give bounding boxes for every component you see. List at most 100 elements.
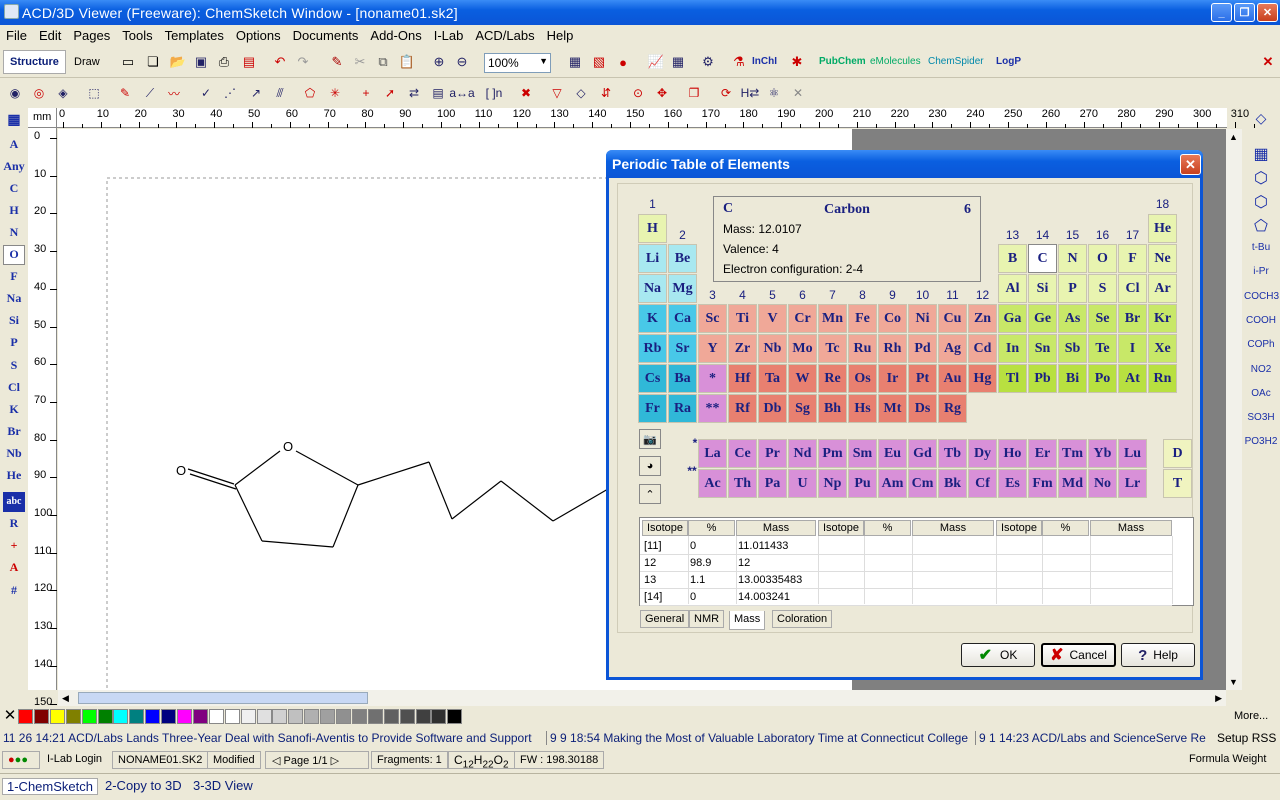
tautomer-icon[interactable]: ⚛: [764, 83, 784, 103]
element-cd[interactable]: Cd: [968, 334, 997, 363]
atom-s-button[interactable]: S: [3, 355, 25, 375]
element-re[interactable]: Re: [818, 364, 847, 393]
graph-icon[interactable]: 📈: [646, 52, 666, 72]
element-ra[interactable]: Ra: [668, 394, 697, 423]
color-swatch[interactable]: [367, 709, 383, 724]
element-am[interactable]: Am: [878, 469, 907, 498]
atom-any-button[interactable]: Any: [3, 156, 25, 176]
ilab-login-button[interactable]: I-Lab Login: [42, 751, 108, 769]
element-rf[interactable]: Rf: [728, 394, 757, 423]
color-swatch[interactable]: [33, 709, 49, 724]
element-p[interactable]: P: [1058, 274, 1087, 303]
clean-structure-icon[interactable]: ⟳: [716, 83, 736, 103]
draw-mode-button[interactable]: Draw: [68, 50, 106, 74]
element-at[interactable]: At: [1118, 364, 1147, 393]
element-in[interactable]: In: [998, 334, 1027, 363]
element-he[interactable]: He: [1148, 214, 1177, 243]
arrow-bond-icon[interactable]: ↗: [246, 83, 266, 103]
element-pb[interactable]: Pb: [1028, 364, 1057, 393]
element-rh[interactable]: Rh: [878, 334, 907, 363]
chain-icon[interactable]: 〰: [164, 83, 184, 103]
copy-icon[interactable]: ⧉: [373, 52, 393, 72]
inchi-button[interactable]: InChI: [752, 56, 777, 67]
element-ir[interactable]: Ir: [878, 364, 907, 393]
news-item[interactable]: 11 26 14:21 ACD/Labs Lands Three-Year De…: [3, 731, 532, 745]
element-tb[interactable]: Tb: [938, 439, 967, 468]
radical-po3h2-button[interactable]: PO3H2: [1244, 436, 1278, 447]
redo-icon[interactable]: ↷: [293, 52, 313, 72]
atom-p-button[interactable]: P: [3, 333, 25, 353]
clean-icon[interactable]: ✎: [327, 52, 347, 72]
color-swatch[interactable]: [288, 709, 304, 724]
tab-mass[interactable]: Mass: [729, 611, 766, 630]
chemspider-button[interactable]: ChemSpider: [928, 56, 984, 67]
atom-c-button[interactable]: C: [3, 178, 25, 198]
element-dy[interactable]: Dy: [968, 439, 997, 468]
element-mo[interactable]: Mo: [788, 334, 817, 363]
element-au[interactable]: Au: [938, 364, 967, 393]
element-ru[interactable]: Ru: [848, 334, 877, 363]
element-mt[interactable]: Mt: [878, 394, 907, 423]
element-xe[interactable]: Xe: [1148, 334, 1177, 363]
element-hs[interactable]: Hs: [848, 394, 877, 423]
hexagon-flat-icon[interactable]: ⬡: [1244, 192, 1278, 212]
color-swatch[interactable]: [177, 709, 192, 724]
color-swatch[interactable]: [447, 709, 463, 724]
color-swatch[interactable]: [399, 709, 415, 724]
property-label[interactable]: Formula Weight: [1184, 751, 1272, 769]
element-te[interactable]: Te: [1088, 334, 1117, 363]
minimize-button[interactable]: _: [1211, 3, 1232, 22]
color-swatch[interactable]: [129, 709, 145, 724]
atom-r-button[interactable]: R: [3, 514, 25, 534]
radical-oac-button[interactable]: OAc: [1244, 388, 1278, 399]
element-sc[interactable]: Sc: [698, 304, 727, 333]
element-na[interactable]: Na: [638, 274, 667, 303]
element-cr[interactable]: Cr: [788, 304, 817, 333]
element-ho[interactable]: Ho: [998, 439, 1027, 468]
color-swatch[interactable]: [192, 709, 208, 724]
zoom-out-icon[interactable]: ⊖: [452, 52, 472, 72]
scroll-left-icon[interactable]: ◀: [62, 693, 69, 704]
structure-naming-icon[interactable]: ⚗: [729, 52, 749, 72]
select-icon[interactable]: ◉: [5, 83, 25, 103]
element-pr[interactable]: Pr: [758, 439, 787, 468]
element-be[interactable]: Be: [668, 244, 697, 273]
element-zn[interactable]: Zn: [968, 304, 997, 333]
setup-rss-button[interactable]: Setup RSS: [1212, 728, 1280, 748]
element-f[interactable]: F: [1118, 244, 1147, 273]
replace-icon[interactable]: a↔a: [449, 83, 474, 103]
lasso-icon[interactable]: ◎: [29, 83, 49, 103]
ring-icon[interactable]: ⬠: [300, 83, 320, 103]
element-lr[interactable]: Lr: [1118, 469, 1147, 498]
structure-mode-button[interactable]: Structure: [3, 50, 66, 74]
element-pa[interactable]: Pa: [758, 469, 787, 498]
new-document-icon[interactable]: ▭: [118, 52, 138, 72]
element-ba[interactable]: Ba: [668, 364, 697, 393]
reaction-arrow-icon[interactable]: ➚: [380, 83, 400, 103]
radical-ipr-button[interactable]: i-Pr: [1244, 266, 1278, 277]
tab-3d-view[interactable]: 3-3D View: [193, 778, 253, 793]
atom-he-button[interactable]: He: [3, 466, 25, 486]
radical-cooh-button[interactable]: COOH: [1244, 315, 1278, 326]
element-as[interactable]: As: [1058, 304, 1087, 333]
element-fr[interactable]: Fr: [638, 394, 667, 423]
atom-o-button[interactable]: O: [3, 244, 25, 265]
table-icon[interactable]: ▦: [1244, 144, 1278, 164]
ok-button[interactable]: ✔ OK: [961, 643, 1035, 667]
element-pd[interactable]: Pd: [908, 334, 937, 363]
element-la[interactable]: La: [698, 439, 727, 468]
pubchem-button[interactable]: PubChem: [819, 56, 866, 67]
element-hg[interactable]: Hg: [968, 364, 997, 393]
element-bi[interactable]: Bi: [1058, 364, 1087, 393]
color-swatch[interactable]: [320, 709, 336, 724]
cancel-button[interactable]: ✘ Cancel: [1041, 643, 1116, 667]
atom-h-button[interactable]: H: [3, 200, 25, 220]
element-nb[interactable]: Nb: [758, 334, 787, 363]
color-swatch[interactable]: [351, 709, 367, 724]
element-cm[interactable]: Cm: [908, 469, 937, 498]
element-pm[interactable]: Pm: [818, 439, 847, 468]
atom-cl-button[interactable]: Cl: [3, 377, 25, 397]
color-swatch[interactable]: [272, 709, 288, 724]
element-tc[interactable]: Tc: [818, 334, 847, 363]
color-swatch[interactable]: [113, 709, 129, 724]
